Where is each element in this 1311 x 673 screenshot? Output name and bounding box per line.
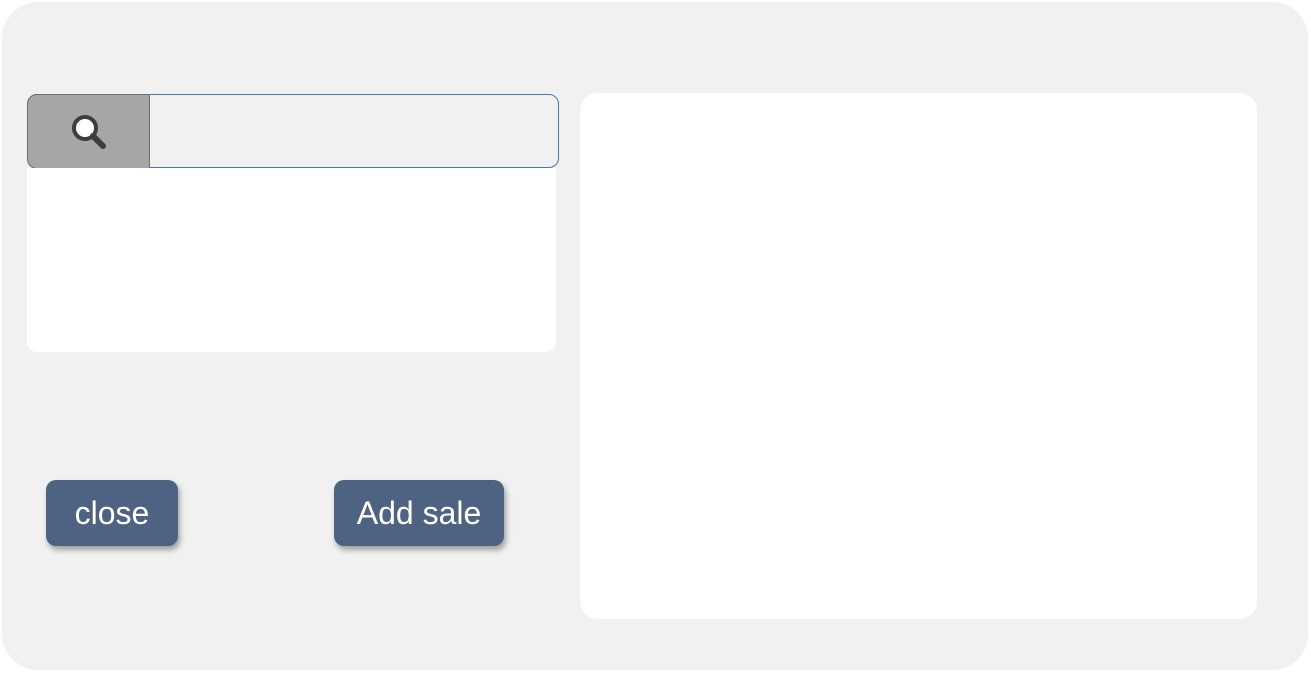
- add-sale-button[interactable]: Add sale: [334, 480, 504, 546]
- search-icon: [71, 114, 106, 149]
- detail-panel: [580, 93, 1257, 619]
- search-bar: [27, 94, 559, 169]
- close-button[interactable]: close: [46, 480, 178, 546]
- search-button[interactable]: [27, 94, 150, 169]
- search-results-list[interactable]: [27, 168, 556, 352]
